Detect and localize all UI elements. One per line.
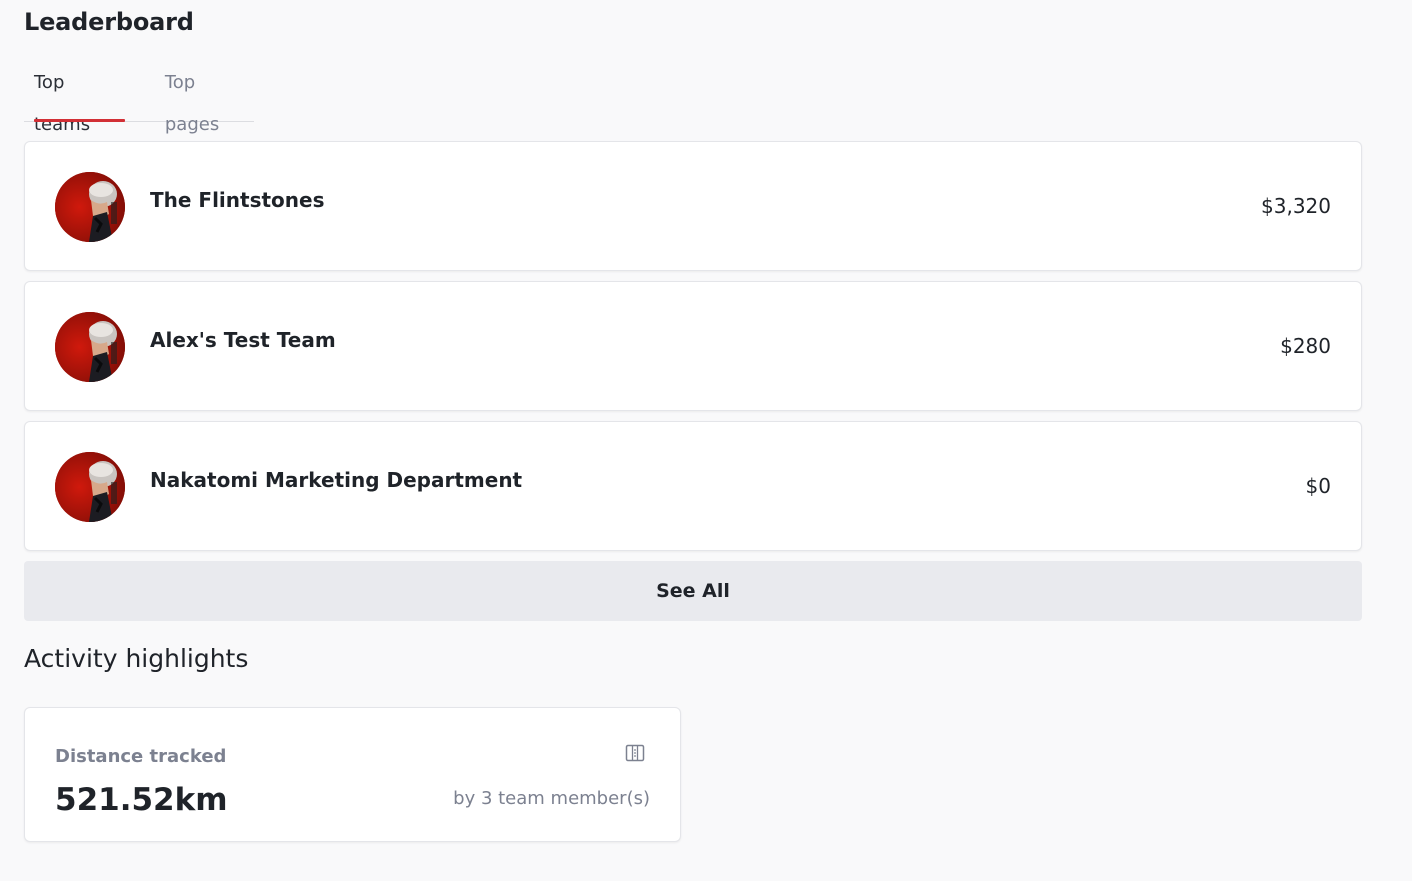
activity-highlights-title: Activity highlights (24, 644, 249, 673)
team-card-flintstones[interactable]: The Flintstones $3,320 (24, 141, 1362, 271)
team-name: The Flintstones (150, 188, 325, 212)
stat-subtext: by 3 team member(s) (453, 788, 650, 809)
team-name: Nakatomi Marketing Department (150, 468, 523, 492)
page: Leaderboard Top teams Top pages The Flin… (0, 0, 1412, 881)
stat-label: Distance tracked (55, 746, 227, 767)
avatar-image-icon (55, 312, 125, 382)
avatar-image-icon (55, 172, 125, 242)
stat-value: 521.52km (55, 782, 228, 818)
distance-tracked-card: Distance tracked 521.52km by 3 team memb… (24, 707, 681, 842)
map-icon (625, 744, 645, 762)
team-amount: $3,320 (1261, 194, 1331, 218)
team-avatar (55, 172, 125, 242)
tab-top-teams-label: Top teams (34, 72, 91, 135)
tab-top-pages-label: Top pages (164, 72, 220, 135)
see-all-button[interactable]: See All (24, 561, 1362, 621)
leaderboard-title: Leaderboard (24, 8, 194, 36)
avatar-image-icon (55, 452, 125, 522)
team-name: Alex's Test Team (150, 328, 336, 352)
team-avatar (55, 452, 125, 522)
tab-top-pages[interactable]: Top pages (165, 62, 254, 135)
team-card-alexs-test-team[interactable]: Alex's Test Team $280 (24, 281, 1362, 411)
team-card-nakatomi-marketing[interactable]: Nakatomi Marketing Department $0 (24, 421, 1362, 551)
team-avatar (55, 312, 125, 382)
team-amount: $0 (1305, 474, 1331, 498)
tab-top-teams[interactable]: Top teams (34, 62, 125, 135)
active-tab-indicator (34, 119, 125, 122)
team-amount: $280 (1280, 334, 1331, 358)
leaderboard-tabs: Top teams Top pages (24, 62, 254, 135)
